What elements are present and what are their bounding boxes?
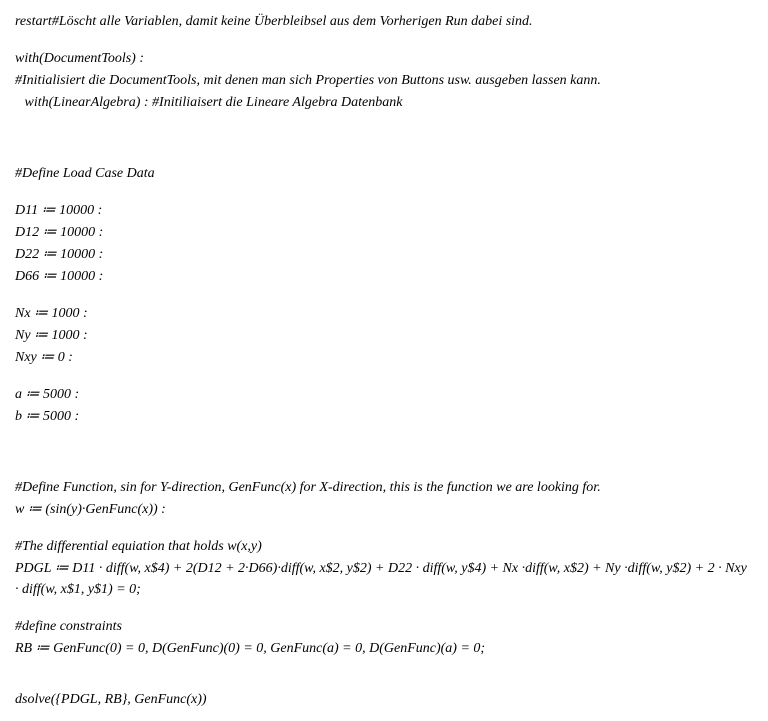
code-line: D66 ≔ 10000 : [15,266,753,287]
code-line: D11 ≔ 10000 : [15,200,753,221]
code-comment: #The differential equiation that holds w… [15,536,753,557]
code-line: PDGL ≔ D11 · diff(w, x$4) + 2(D12 + 2·D6… [15,558,753,600]
code-line: restart#Löscht alle Variablen, damit kei… [15,11,753,32]
code-comment: #Define Load Case Data [15,163,753,184]
code-line: with(DocumentTools) : [15,48,753,69]
code-line: Nx ≔ 1000 : [15,303,753,324]
code-line: Ny ≔ 1000 : [15,325,753,346]
code-line: #Initialisiert die DocumentTools, mit de… [15,70,753,91]
code-line: with(LinearAlgebra) : #Initiliaisert die… [15,92,753,113]
code-comment: #Define Function, sin for Y-direction, G… [15,477,753,498]
code-line: Nxy ≔ 0 : [15,347,753,368]
code-line: w ≔ (sin(y)·GenFunc(x)) : [15,499,753,520]
code-line: RB ≔ GenFunc(0) = 0, D(GenFunc)(0) = 0, … [15,638,753,659]
code-line: b ≔ 5000 : [15,406,753,427]
code-comment: #define constraints [15,616,753,637]
code-line: D22 ≔ 10000 : [15,244,753,265]
code-line: dsolve({PDGL, RB}, GenFunc(x)) [15,689,753,710]
code-line: D12 ≔ 10000 : [15,222,753,243]
code-line: a ≔ 5000 : [15,384,753,405]
